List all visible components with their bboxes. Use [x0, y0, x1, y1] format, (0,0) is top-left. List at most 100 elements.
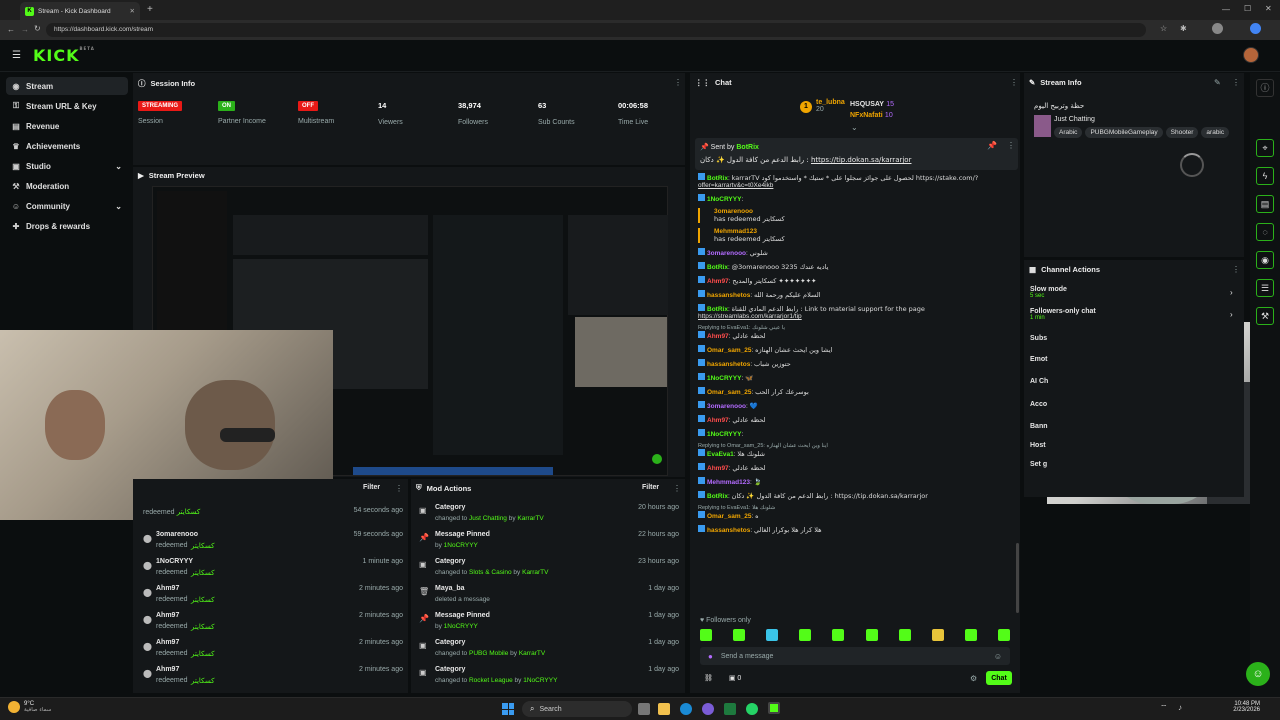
tool-chat-icon[interactable]: ◌: [1256, 223, 1274, 241]
whatsapp-icon[interactable]: [746, 703, 758, 715]
chat-scrollbar[interactable]: [1016, 543, 1019, 613]
chat-message[interactable]: Omar_sam_25: ايشا وين ايحث عشان الهنازه: [698, 345, 1016, 354]
pinned-message[interactable]: 📌 Sent by BotRix رابط الدعم من كافة الدو…: [695, 138, 1018, 170]
sidebar-item-achievements[interactable]: ♛ Achievements: [6, 137, 128, 155]
leader-2[interactable]: HSQUSAY 15: [850, 99, 894, 108]
chat-message[interactable]: Ahm97: كسكايتر والمديح ✦✦✦✦✦✦✦: [698, 276, 1016, 285]
action-host[interactable]: Host: [1030, 442, 1046, 449]
mod-action-row[interactable]: 🗑 Maya_ba deleted a message 1 day ago: [419, 585, 679, 609]
filter-button[interactable]: Filter: [363, 484, 380, 491]
link-icon[interactable]: ⛓: [704, 675, 713, 682]
mod-action-row[interactable]: ▣ Category changed to PUBG Mobile by Karra…: [419, 639, 679, 663]
more-options-icon[interactable]: ⋮: [395, 484, 403, 493]
more-options-icon[interactable]: ⋮: [673, 484, 681, 493]
emote-icon[interactable]: [865, 629, 878, 641]
chat-message[interactable]: Replying to EvaEva1: شلونك هلا Omar_sam_2…: [698, 505, 1016, 520]
mod-action-row[interactable]: ▣ Category changed to Slots & Casino by Ka…: [419, 558, 679, 582]
tool-doc-icon[interactable]: ▤: [1256, 195, 1274, 213]
tool-info-icon[interactable]: ⓘ: [1256, 79, 1274, 97]
maximize-icon[interactable]: ☐: [1244, 4, 1251, 13]
chat-message[interactable]: Omar_sam_25: بوسرعك كرار الحب: [698, 387, 1016, 396]
sidebar-item-moderation[interactable]: ⚒ Moderation: [6, 177, 128, 195]
stat-multistream[interactable]: OFF Multistream: [298, 100, 334, 125]
wallet-icon[interactable]: ▣: [729, 675, 736, 682]
tool-target-icon[interactable]: ⌖: [1256, 139, 1274, 157]
chat-message[interactable]: hassanshetos: هلا كرار هلا بوكرار الغالي: [698, 525, 1016, 534]
more-options-icon[interactable]: ⋮: [1010, 78, 1018, 87]
tool-bolt-icon[interactable]: ϟ: [1256, 167, 1274, 185]
stat-partner-income[interactable]: ON Partner Income: [218, 100, 266, 125]
action-account[interactable]: Acco: [1030, 401, 1047, 408]
mod-action-row[interactable]: ▣ Category changed to Just Chatting by Kar…: [419, 504, 679, 528]
filter-button[interactable]: Filter: [642, 484, 659, 491]
emoji-picker-icon[interactable]: ☺: [994, 652, 1002, 661]
weather-widget[interactable]: 9°C سماء صافية: [8, 701, 51, 713]
list-item[interactable]: ⬤ Ahm97 redeemed كسكايتر 2 minutes ago: [143, 612, 403, 636]
reload-icon[interactable]: ↻: [34, 24, 41, 33]
emote-icon[interactable]: [997, 629, 1010, 641]
emote-icon[interactable]: [700, 629, 712, 641]
action-subs[interactable]: Subs: [1030, 335, 1047, 342]
chat-message[interactable]: 3omarenooo has redeemed كسكايتر: [698, 208, 1016, 223]
message-input[interactable]: ● Send a message ☺: [700, 647, 1010, 665]
taskbar-search[interactable]: ⌕ Search: [522, 701, 632, 717]
stream-category[interactable]: Just Chatting: [1054, 116, 1095, 123]
list-item[interactable]: ⬤ 3omarenooo redeemed كسكايتر 59 seconds ago: [143, 531, 403, 555]
action-slow-mode[interactable]: Slow mode 5 sec ›: [1030, 286, 1240, 299]
chat-message[interactable]: 1NoCRYYY:: [698, 194, 1016, 203]
minimize-icon[interactable]: —: [1222, 5, 1230, 14]
edge-icon[interactable]: [680, 703, 692, 715]
browser-tab[interactable]: K Stream - Kick Dashboard ✕: [20, 2, 140, 20]
chat-message[interactable]: 3omarenooo: 💙: [698, 401, 1016, 410]
bookmark-star-icon[interactable]: ☆: [1160, 24, 1167, 33]
chat-message[interactable]: 1NoCRYYY:: [698, 429, 1016, 438]
sidebar-item-studio[interactable]: ▣ Studio ⌄: [6, 157, 128, 175]
app-icon[interactable]: [702, 703, 714, 715]
action-followers-only[interactable]: Followers-only chat 1 min ›: [1030, 308, 1240, 321]
action-set-goal[interactable]: Set g: [1030, 461, 1047, 468]
chat-message[interactable]: Ahm97: لحظه عادلي: [698, 415, 1016, 424]
chat-message[interactable]: hassanshetos: حتوزين شباب: [698, 359, 1016, 368]
chat-message[interactable]: 1NoCRYYY: 🦋: [698, 373, 1016, 382]
chat-message[interactable]: hassanshetos: السلام عليكم ورحمة الله: [698, 290, 1016, 299]
tool-list-icon[interactable]: ☰: [1256, 279, 1274, 297]
emote-icon[interactable]: [931, 629, 944, 641]
edit-icon[interactable]: ✎: [1214, 78, 1221, 87]
more-options-icon[interactable]: ⋮: [1232, 265, 1240, 274]
chat-app-icon[interactable]: [1250, 23, 1261, 34]
windows-start-icon[interactable]: [502, 703, 514, 715]
send-chat-button[interactable]: Chat: [986, 671, 1012, 685]
kick-app-icon[interactable]: [768, 702, 780, 714]
emote-icon[interactable]: [964, 629, 977, 641]
url-field[interactable]: https://dashboard.kick.com/stream: [46, 23, 1146, 37]
chat-message[interactable]: BotRix: رابط الدعم المادي للقناة : Link …: [698, 304, 1016, 320]
action-ai-chat[interactable]: AI Ch: [1030, 378, 1048, 385]
task-view-icon[interactable]: [638, 703, 650, 715]
sidebar-item-revenue[interactable]: ▤ Revenue: [6, 117, 128, 135]
action-emotes[interactable]: Emot: [1030, 356, 1048, 363]
kick-logo[interactable]: KICKBETA: [33, 46, 95, 65]
more-options-icon[interactable]: ⋮: [674, 78, 682, 87]
leader-3[interactable]: NFxNafati 10: [850, 110, 893, 119]
mod-action-row[interactable]: 📌 Message Pinned by 1NoCRYYY 1 day ago: [419, 612, 679, 636]
leader-1[interactable]: te_lubna 20: [816, 99, 845, 113]
sidebar-item-stream[interactable]: ◉ Stream: [6, 77, 128, 95]
settings-gear-icon[interactable]: ⚙: [970, 674, 977, 683]
sidebar-item-stream-key[interactable]: ⚿ Stream URL & Key: [6, 97, 128, 115]
emote-icon[interactable]: [766, 629, 779, 641]
action-banned[interactable]: Bann: [1030, 423, 1048, 430]
window-close-icon[interactable]: ✕: [1265, 4, 1272, 13]
list-item[interactable]: ⬤ Ahm97 redeemed كسكايتر 2 minutes ago: [143, 666, 403, 690]
chat-message[interactable]: BotRix: karrarTV لحصول على جوائز سجلوا ع…: [698, 173, 1016, 189]
pin-toggle-icon[interactable]: 📌: [987, 141, 997, 150]
chat-message[interactable]: Ahm97: لحظه عادلي: [698, 463, 1016, 472]
chat-message[interactable]: Mehmmad123: 🍃: [698, 477, 1016, 486]
sidebar-item-drops[interactable]: ✚ Drops & rewards: [6, 217, 128, 235]
profile-icon[interactable]: [1212, 23, 1223, 34]
sidebar-item-community[interactable]: ☺ Community ⌄: [6, 197, 128, 215]
close-tab-icon[interactable]: ✕: [130, 7, 135, 15]
emote-icon[interactable]: [832, 629, 845, 641]
mod-action-row[interactable]: 📌 Message Pinned by 1NoCRYYY 22 hours ago: [419, 531, 679, 555]
chat-message[interactable]: Replying to Omar_sam_25: اينا وين ايحث ع…: [698, 443, 1016, 458]
expand-leaderboard-icon[interactable]: ⌄: [851, 123, 858, 132]
